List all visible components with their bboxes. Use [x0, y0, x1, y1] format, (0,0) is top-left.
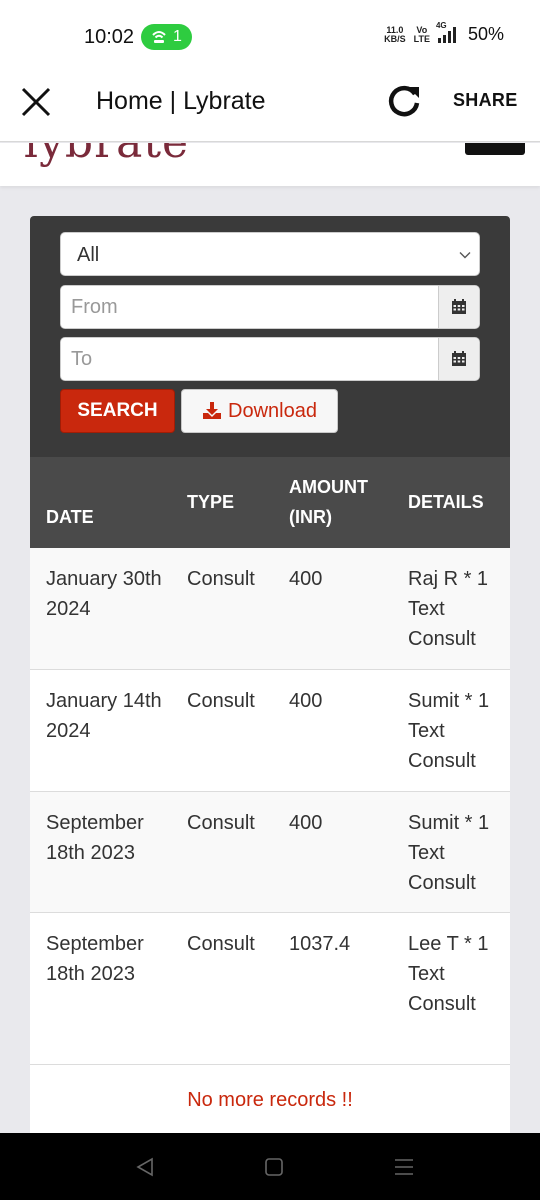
- table-row: September 18th 2023 Consult 400 Sumit * …: [30, 792, 510, 913]
- site-header: lybrate: [0, 143, 540, 186]
- column-header-details: DETAILS: [408, 492, 484, 512]
- back-icon: [136, 1157, 153, 1177]
- download-icon: [203, 402, 222, 419]
- column-header-amount-line2: (INR): [289, 507, 332, 527]
- row-type: Consult: [187, 933, 255, 955]
- home-button[interactable]: [259, 1153, 289, 1181]
- calendar-icon: [452, 299, 466, 314]
- transactions-table: DATE TYPE AMOUNT (INR) DETAILS January 3…: [30, 457, 510, 1137]
- row-details: Raj R * 1 Text Consult: [408, 568, 489, 650]
- app-bar: Home | Lybrate SHARE: [0, 72, 540, 142]
- download-label: Download: [228, 399, 317, 422]
- status-bar: 10:02 1 11.0 KB/S Vo LTE 4G 50%: [0, 0, 540, 72]
- share-button[interactable]: SHARE: [453, 90, 518, 111]
- no-more-records-message: No more records !!: [187, 1089, 353, 1111]
- row-date: January 14th 2024: [46, 690, 162, 742]
- row-amount: 400: [289, 812, 323, 834]
- system-nav-bar: [0, 1133, 540, 1200]
- filter-panel: All SEARCH: [30, 216, 510, 457]
- calendar-icon: [452, 351, 466, 366]
- refresh-button[interactable]: [384, 81, 424, 121]
- row-type: Consult: [187, 568, 255, 590]
- recents-button[interactable]: [389, 1153, 419, 1181]
- row-amount: 400: [289, 690, 323, 712]
- type-select-value: All: [77, 244, 100, 266]
- network-speed: 11.0 KB/S: [384, 25, 406, 44]
- table-row: January 14th 2024 Consult 400 Sumit * 1 …: [30, 670, 510, 792]
- from-calendar-button[interactable]: [438, 286, 479, 328]
- menu-icon: [395, 1159, 413, 1175]
- chevron-down-icon: [459, 252, 471, 259]
- column-header-amount-line1: AMOUNT: [289, 477, 368, 497]
- close-icon: [21, 87, 51, 117]
- hotspot-count: 1: [173, 28, 182, 45]
- row-details: Sumit * 1 Text Consult: [408, 690, 490, 772]
- type-select[interactable]: All: [60, 232, 480, 276]
- download-button[interactable]: Download: [181, 389, 338, 433]
- row-type: Consult: [187, 812, 255, 834]
- status-icons: 11.0 KB/S Vo LTE 4G 50%: [384, 21, 504, 45]
- close-button[interactable]: [18, 84, 54, 120]
- to-date-field: [60, 337, 480, 381]
- row-amount: 400: [289, 568, 323, 590]
- row-amount: 1037.4: [289, 933, 351, 955]
- network-type: 4G: [435, 20, 447, 30]
- row-details: Sumit * 1 Text Consult: [408, 812, 490, 894]
- table-row: January 30th 2024 Consult 400 Raj R * 1 …: [30, 548, 510, 670]
- row-date: September 18th 2023: [46, 933, 144, 985]
- signal-icon: 4G: [436, 21, 456, 43]
- table-row: September 18th 2023 Consult 1037.4 Lee T…: [30, 913, 510, 1065]
- row-date: January 30th 2024: [46, 568, 162, 620]
- column-header-date: DATE: [46, 507, 94, 527]
- lybrate-logo[interactable]: lybrate: [24, 143, 189, 168]
- hotspot-indicator[interactable]: 1: [141, 24, 192, 50]
- refresh-icon: [388, 85, 420, 117]
- volte-icon: Vo LTE: [413, 25, 430, 44]
- volte-bottom: LTE: [413, 33, 430, 44]
- row-date: September 18th 2023: [46, 812, 144, 864]
- to-date-input[interactable]: [61, 338, 439, 380]
- back-button[interactable]: [130, 1153, 160, 1181]
- home-icon: [265, 1158, 283, 1176]
- search-button[interactable]: SEARCH: [60, 389, 175, 433]
- battery-level: 50%: [467, 24, 504, 44]
- from-date-input[interactable]: [61, 286, 439, 328]
- row-details: Lee T * 1 Text Consult: [408, 933, 489, 1015]
- network-speed-unit: KB/S: [384, 33, 406, 44]
- hotspot-icon: [152, 31, 166, 43]
- column-header-type: TYPE: [187, 492, 235, 512]
- row-type: Consult: [187, 690, 255, 712]
- from-date-field: [60, 285, 480, 329]
- page-title: Home | Lybrate: [96, 87, 266, 115]
- menu-button[interactable]: [465, 143, 525, 155]
- table-header: DATE TYPE AMOUNT (INR) DETAILS: [30, 457, 510, 548]
- clock: 10:02: [84, 26, 135, 48]
- to-calendar-button[interactable]: [438, 338, 479, 380]
